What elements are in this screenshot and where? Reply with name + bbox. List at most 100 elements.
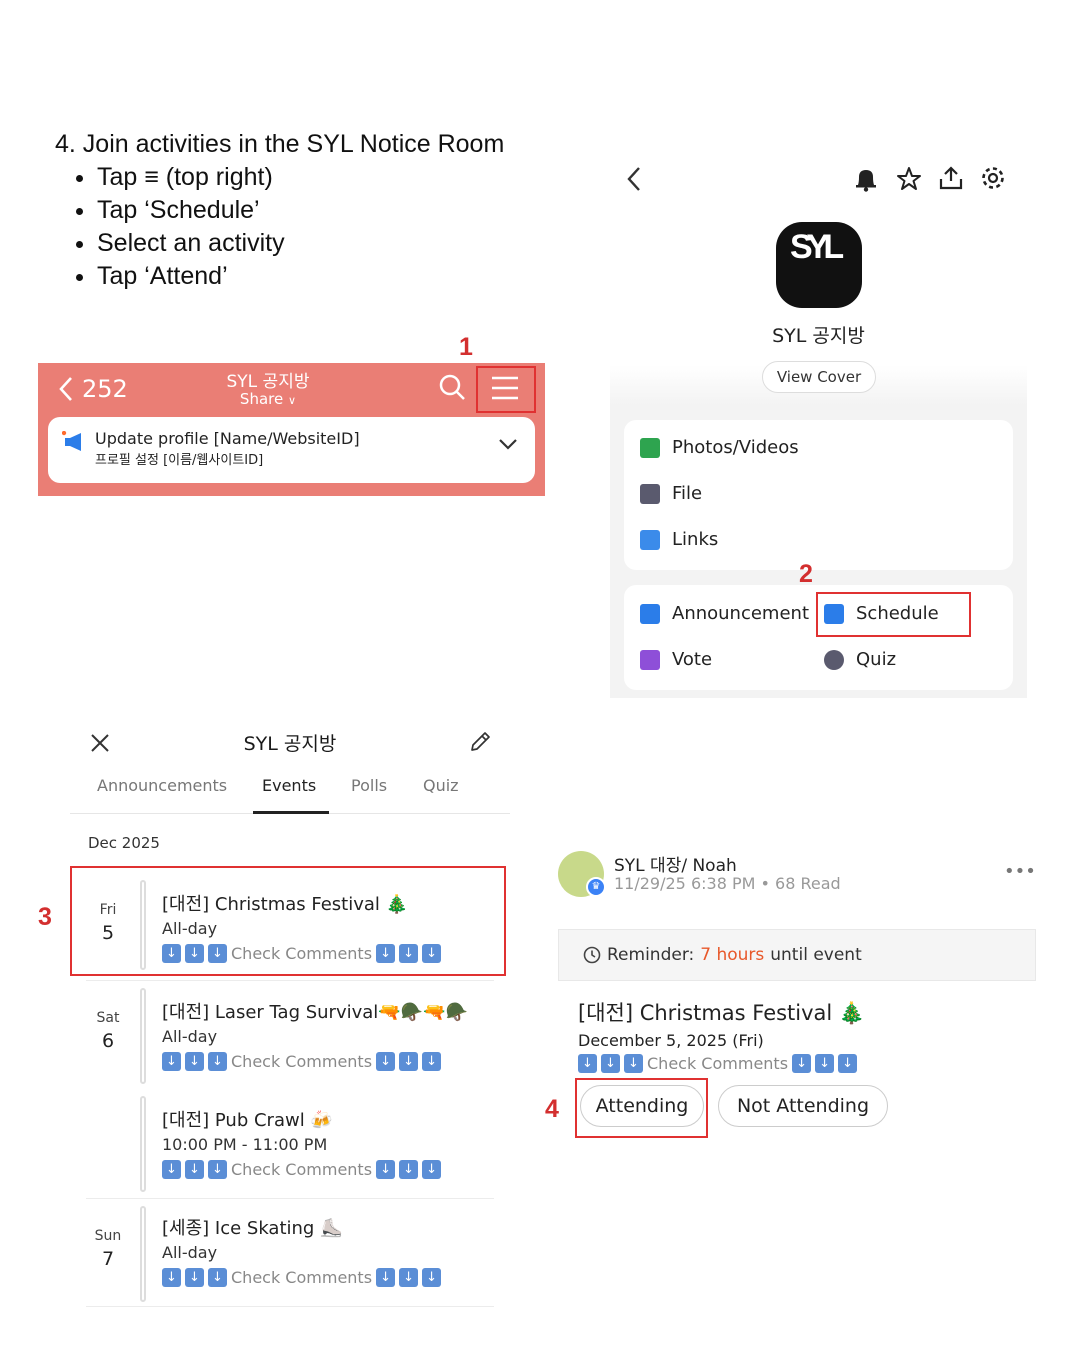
- down-arrow-icon: ↓: [376, 1052, 396, 1071]
- schedule-highlight: [816, 592, 971, 637]
- down-arrow-icon: ↓: [185, 1052, 204, 1071]
- event-row[interactable]: Sat 6 [대전] Laser Tag Survival🔫🪖🔫🪖 All-day…: [70, 982, 510, 1086]
- chat-title: SYL 공지방: [226, 372, 310, 392]
- down-arrow-icon: ↓: [185, 1268, 204, 1287]
- event-post-screenshot: ♛ SYL 대장/ Noah 11/29/25 6:38 PM • 68 Rea…: [556, 845, 1036, 1145]
- down-arrow-icon: ↓: [185, 1160, 204, 1179]
- divider: [86, 1198, 494, 1199]
- post-author: SYL 대장/ Noah: [614, 856, 737, 876]
- down-arrow-icon: ↓: [162, 1160, 181, 1179]
- event-bar: [140, 1206, 146, 1302]
- event-comments-link[interactable]: ↓ ↓ ↓ Check Comments ↓ ↓ ↓: [162, 1052, 442, 1071]
- event-title: [대전] Pub Crawl 🍻: [162, 1110, 333, 1131]
- down-arrow-icon: ↓: [162, 1268, 181, 1287]
- down-arrow-icon: ↓: [376, 1160, 396, 1179]
- events-tabs: Announcements Events Polls Quiz: [70, 776, 510, 814]
- event-comments-link[interactable]: ↓ ↓ ↓ Check Comments ↓ ↓ ↓: [578, 1054, 858, 1073]
- back-button[interactable]: 252: [58, 375, 128, 403]
- tab-announcements[interactable]: Announcements: [97, 776, 227, 795]
- not-attending-button[interactable]: Not Attending: [718, 1085, 888, 1127]
- gear-icon[interactable]: [980, 165, 1006, 191]
- event-bar: [140, 1096, 146, 1192]
- reminder-suffix: until event: [770, 945, 862, 965]
- notice-line-2: 프로필 설정 [이름/웹사이트ID]: [95, 453, 264, 468]
- tab-events[interactable]: Events: [262, 776, 316, 795]
- event-dow: Sun: [94, 1228, 122, 1244]
- megaphone-icon: [640, 603, 660, 624]
- chat-header-screenshot: 252 SYL 공지방 Share ∨ Update profile [Name…: [38, 363, 545, 496]
- down-arrow-icon: ↓: [399, 1160, 419, 1179]
- post-meta: 11/29/25 6:38 PM • 68 Read: [614, 874, 841, 893]
- instructions: 4. Join activities in the SYL Notice Roo…: [55, 128, 595, 293]
- bell-icon[interactable]: [854, 166, 878, 192]
- check-comments-label: Check Comments: [231, 1268, 373, 1287]
- menu-label: Quiz: [856, 649, 897, 670]
- search-icon[interactable]: [438, 373, 466, 401]
- event-bar: [140, 988, 146, 1084]
- view-cover-button[interactable]: View Cover: [762, 361, 876, 393]
- tab-quiz[interactable]: Quiz: [423, 776, 459, 795]
- divider: [86, 1306, 494, 1307]
- event-highlight: [70, 866, 506, 976]
- pinned-notice[interactable]: Update profile [Name/WebsiteID] 프로필 설정 […: [48, 417, 535, 483]
- event-row[interactable]: [대전] Pub Crawl 🍻 10:00 PM - 11:00 PM ↓ ↓ ↓…: [70, 1090, 510, 1194]
- menu-label: Announcement: [672, 603, 810, 624]
- logo-text: SYL: [790, 228, 844, 266]
- down-arrow-icon: ↓: [208, 1160, 227, 1179]
- event-day: 6: [101, 1030, 115, 1052]
- down-arrow-icon: ↓: [399, 1052, 419, 1071]
- event-title: [대전] Laser Tag Survival🔫🪖🔫🪖: [162, 1002, 468, 1023]
- tab-polls[interactable]: Polls: [351, 776, 387, 795]
- step-number-1: 1: [459, 333, 473, 361]
- active-tab-indicator: [253, 811, 329, 814]
- down-arrow-icon: ↓: [601, 1054, 620, 1073]
- menu-label: Photos/Videos: [672, 437, 799, 458]
- attending-highlight: [575, 1078, 708, 1138]
- menu-label: Links: [672, 529, 719, 550]
- menu-file[interactable]: File: [640, 483, 702, 504]
- event-row[interactable]: Sun 7 [세종] Ice Skating ⛸️ All-day ↓ ↓ ↓ Che…: [70, 1200, 510, 1304]
- down-arrow-icon: ↓: [399, 1268, 419, 1287]
- share-icon[interactable]: [938, 165, 964, 191]
- check-comments-label: Check Comments: [647, 1054, 789, 1073]
- quiz-icon: [824, 649, 844, 670]
- room-name: SYL 공지방: [772, 325, 865, 347]
- check-comments-label: Check Comments: [231, 1052, 373, 1071]
- share-label: Share: [239, 390, 284, 408]
- down-arrow-icon: ↓: [422, 1268, 442, 1287]
- room-menu-screenshot: SYL SYL 공지방 View Cover Photos/Videos Fil…: [610, 145, 1027, 698]
- menu-label: File: [672, 483, 703, 504]
- menu-photos-videos[interactable]: Photos/Videos: [640, 437, 799, 458]
- file-icon: [640, 483, 660, 504]
- megaphone-icon: [62, 431, 81, 451]
- hamburger-menu-icon[interactable]: [490, 375, 520, 401]
- month-label: Dec 2025: [88, 834, 160, 852]
- unread-count: 252: [82, 375, 128, 403]
- down-arrow-icon: ↓: [208, 1052, 227, 1071]
- menu-vote[interactable]: Vote: [640, 649, 712, 670]
- down-arrow-icon: ↓: [162, 1052, 181, 1071]
- menu-label: Vote: [672, 649, 713, 670]
- event-time: All-day: [162, 1243, 218, 1262]
- events-title: SYL 공지방: [243, 733, 337, 755]
- more-options-icon[interactable]: •••: [1004, 861, 1036, 882]
- down-arrow-icon: ↓: [624, 1054, 643, 1073]
- menu-announcement[interactable]: Announcement: [640, 603, 809, 624]
- menu-links[interactable]: Links: [640, 529, 718, 550]
- chevron-down-icon: ∨: [288, 394, 297, 407]
- pencil-icon[interactable]: [468, 730, 492, 754]
- menu-quiz[interactable]: Quiz: [824, 649, 896, 670]
- event-comments-link[interactable]: ↓ ↓ ↓ Check Comments ↓ ↓ ↓: [162, 1268, 442, 1287]
- star-icon[interactable]: [896, 166, 922, 192]
- chevron-left-icon[interactable]: [626, 166, 642, 192]
- event-time: All-day: [162, 1027, 218, 1046]
- event-comments-link[interactable]: ↓ ↓ ↓ Check Comments ↓ ↓ ↓: [162, 1160, 442, 1179]
- link-icon: [640, 529, 660, 550]
- reminder-hours: 7 hours: [700, 945, 765, 965]
- chevron-down-icon[interactable]: [498, 437, 518, 451]
- event-day: 7: [101, 1248, 115, 1270]
- step-number-2: 2: [799, 560, 813, 588]
- room-logo: SYL: [776, 222, 862, 308]
- down-arrow-icon: ↓: [208, 1268, 227, 1287]
- share-button[interactable]: Share ∨: [218, 390, 318, 408]
